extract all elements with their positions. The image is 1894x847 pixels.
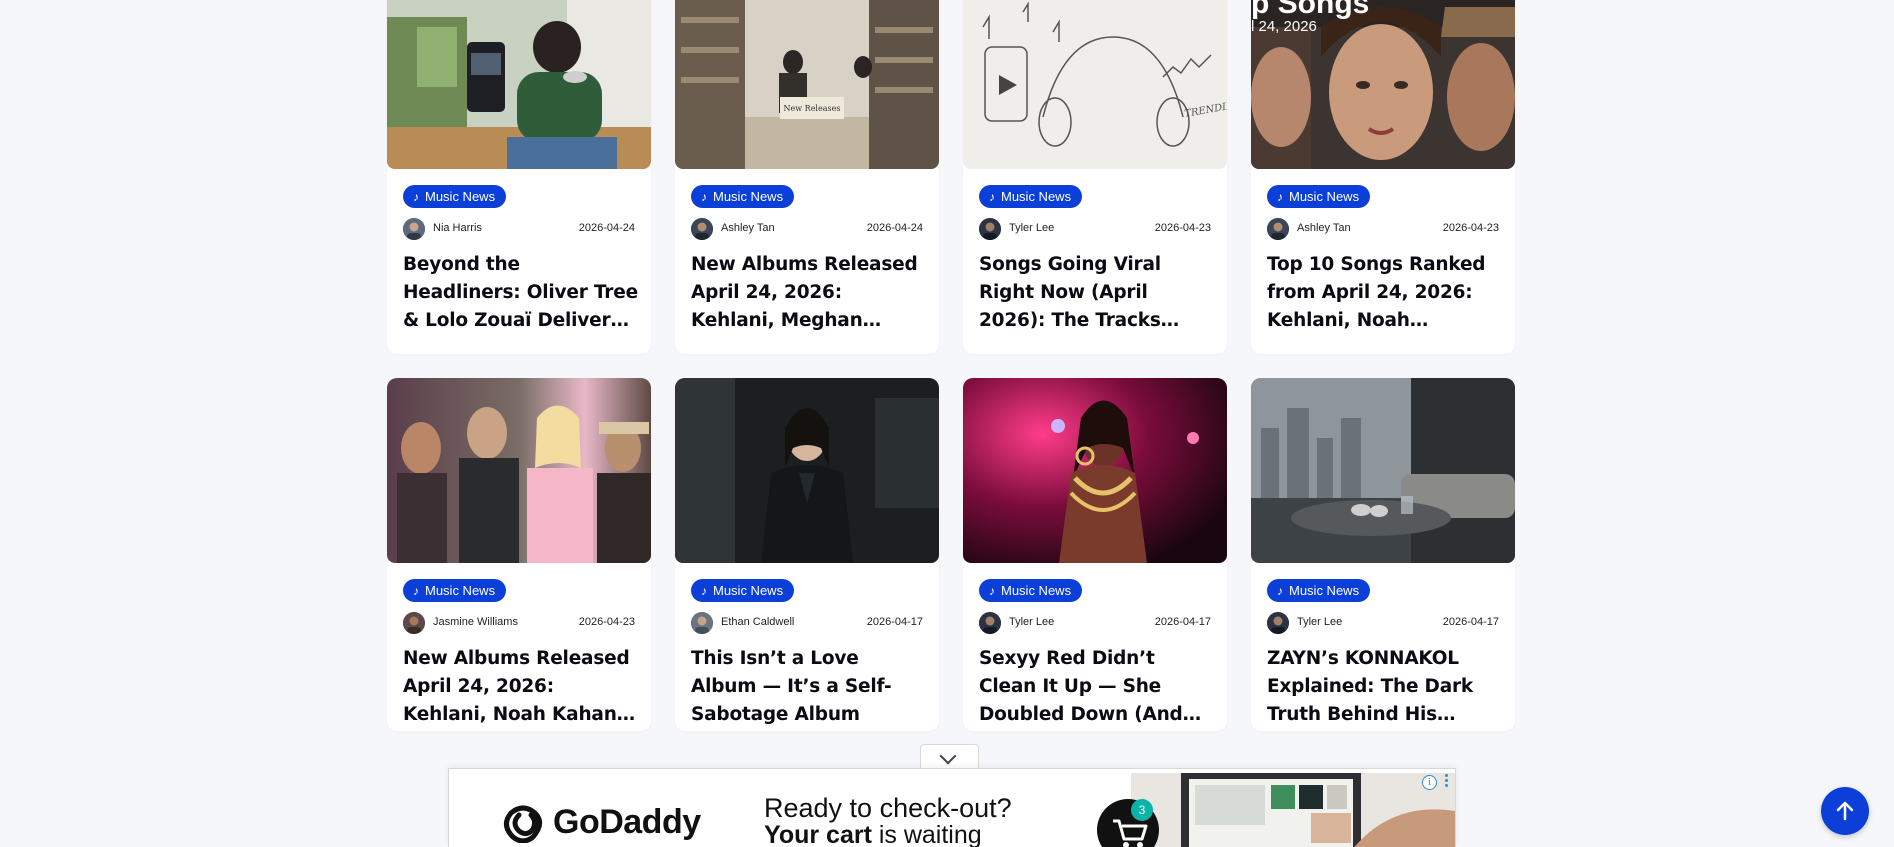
article-meta: Ashley Tan 2026-04-23 bbox=[1267, 218, 1499, 241]
article-thumbnail[interactable]: p Songs l 24, 2026 bbox=[1251, 0, 1515, 169]
category-tag[interactable]: ♪ Music News bbox=[1267, 579, 1371, 602]
article-title[interactable]: ZAYN’s KONNAKOL Explained: The Dark Trut… bbox=[1267, 645, 1503, 729]
music-note-icon: ♪ bbox=[989, 584, 995, 598]
record-store-sign: New Releases bbox=[784, 104, 841, 113]
article-card[interactable]: New Releases ♪ Music News Ashley Tan 2026… bbox=[675, 0, 939, 354]
author-name[interactable]: Ashley Tan bbox=[721, 222, 775, 234]
article-thumbnail[interactable]: New Releases bbox=[675, 0, 939, 169]
category-tag[interactable]: ♪ Music News bbox=[979, 579, 1083, 602]
article-thumbnail[interactable] bbox=[1251, 378, 1515, 563]
publish-date: 2026-04-17 bbox=[866, 616, 923, 628]
article-title[interactable]: Top 10 Songs Ranked from April 24, 2026:… bbox=[1267, 251, 1503, 335]
author-avatar bbox=[691, 612, 713, 634]
ad-laptop-photo bbox=[1131, 773, 1455, 847]
chevron-down-icon bbox=[939, 747, 957, 765]
article-meta: Ashley Tan 2026-04-24 bbox=[691, 218, 923, 241]
publish-date: 2026-04-23 bbox=[1154, 222, 1211, 234]
music-note-icon: ♪ bbox=[413, 584, 419, 598]
music-note-icon: ♪ bbox=[1277, 584, 1283, 598]
ad-subline: Your cart is waiting bbox=[764, 821, 982, 847]
article-card[interactable]: p Songs l 24, 2026 ♪ Music News Ashley Ta… bbox=[1251, 0, 1515, 354]
article-card[interactable]: TRENDING NOW ♪Music News Tyler Lee 2026-… bbox=[963, 0, 1227, 354]
article-meta: Nia Harris 2026-04-24 bbox=[403, 218, 635, 241]
music-note-icon: ♪ bbox=[701, 584, 707, 598]
author-avatar bbox=[691, 218, 713, 240]
article-meta: Tyler Lee 2026-04-23 bbox=[979, 218, 1211, 241]
author-avatar bbox=[1267, 612, 1289, 634]
publish-date: 2026-04-23 bbox=[578, 616, 635, 628]
article-title[interactable]: New Albums Released April 24, 2026: Kehl… bbox=[403, 645, 639, 729]
author-name[interactable]: Jasmine Williams bbox=[433, 616, 518, 628]
category-tag[interactable]: ♪ Music News bbox=[979, 185, 1083, 208]
author-avatar bbox=[403, 218, 425, 240]
author-name[interactable]: Ethan Caldwell bbox=[721, 616, 794, 628]
author-name[interactable]: Tyler Lee bbox=[1009, 616, 1054, 628]
article-card[interactable]: ♪ Music News Ethan Caldwell 2026-04-17 Th… bbox=[675, 378, 939, 731]
music-note-icon: ♪ bbox=[1277, 190, 1283, 204]
ad-brand: GoDaddy bbox=[553, 803, 701, 841]
author-avatar bbox=[979, 218, 1001, 240]
author-name[interactable]: Tyler Lee bbox=[1009, 222, 1054, 234]
image-overlay-date: l 24, 2026 bbox=[1251, 18, 1317, 35]
author-name[interactable]: Ashley Tan bbox=[1297, 222, 1351, 234]
music-note-icon: ♪ bbox=[989, 190, 995, 204]
article-card[interactable]: ♪ Music News Nia Harris 2026-04-24 Beyond… bbox=[387, 0, 651, 354]
article-thumbnail[interactable] bbox=[387, 0, 651, 169]
category-tag[interactable]: ♪ Music News bbox=[691, 579, 795, 602]
category-tag[interactable]: ♪ Music News bbox=[1267, 185, 1371, 208]
music-note-icon: ♪ bbox=[701, 190, 707, 204]
publish-date: 2026-04-17 bbox=[1154, 616, 1211, 628]
publish-date: 2026-04-24 bbox=[578, 222, 635, 234]
article-thumbnail[interactable] bbox=[963, 378, 1227, 563]
arrow-up-icon bbox=[1836, 801, 1854, 821]
author-avatar bbox=[979, 612, 1001, 634]
author-avatar bbox=[403, 612, 425, 634]
ad-options-icon[interactable] bbox=[1445, 774, 1449, 790]
publish-date: 2026-04-17 bbox=[1442, 616, 1499, 628]
article-meta: Tyler Lee 2026-04-17 bbox=[1267, 612, 1499, 635]
author-avatar bbox=[1267, 218, 1289, 240]
article-meta: Tyler Lee 2026-04-17 bbox=[979, 612, 1211, 635]
article-meta: Ethan Caldwell 2026-04-17 bbox=[691, 612, 923, 635]
category-tag[interactable]: ♪ Music News bbox=[691, 185, 795, 208]
article-thumbnail[interactable]: TRENDING NOW bbox=[963, 0, 1227, 169]
publish-date: 2026-04-24 bbox=[866, 222, 923, 234]
category-tag[interactable]: ♪ Music News bbox=[403, 579, 507, 602]
back-to-top-button[interactable] bbox=[1821, 787, 1869, 835]
music-note-icon: ♪ bbox=[413, 190, 419, 204]
category-tag[interactable]: ♪ Music News bbox=[403, 185, 507, 208]
publish-date: 2026-04-23 bbox=[1442, 222, 1499, 234]
article-thumbnail[interactable] bbox=[387, 378, 651, 563]
article-title[interactable]: This Isn’t a Love Album — It’s a Self-Sa… bbox=[691, 645, 927, 729]
article-title[interactable]: New Albums Released April 24, 2026: Kehl… bbox=[691, 251, 927, 335]
image-overlay-title: p Songs bbox=[1251, 0, 1369, 20]
article-title[interactable]: Songs Going Viral Right Now (April 2026)… bbox=[979, 251, 1215, 335]
article-thumbnail[interactable] bbox=[675, 378, 939, 563]
article-title[interactable]: Sexyy Red Didn’t Clean It Up — She Doubl… bbox=[979, 645, 1215, 729]
article-card[interactable]: ♪ Music News Tyler Lee 2026-04-17 ZAYN’s … bbox=[1251, 378, 1515, 731]
ad-info-icon[interactable]: i bbox=[1422, 775, 1437, 790]
cart-count-badge: 3 bbox=[1131, 799, 1153, 821]
article-card[interactable]: ♪ Music News Tyler Lee 2026-04-17 Sexyy R… bbox=[963, 378, 1227, 731]
ad-headline: Ready to check-out? bbox=[764, 793, 1012, 823]
ad-collapse-button[interactable] bbox=[920, 744, 979, 771]
article-title[interactable]: Beyond the Headliners: Oliver Tree & Lol… bbox=[403, 251, 639, 335]
ad-banner[interactable]: GoDaddy Ready to check-out? Your cart is… bbox=[448, 768, 1456, 847]
article-meta: Jasmine Williams 2026-04-23 bbox=[403, 612, 635, 635]
article-card[interactable]: ♪ Music News Jasmine Williams 2026-04-23 … bbox=[387, 378, 651, 731]
author-name[interactable]: Tyler Lee bbox=[1297, 616, 1342, 628]
author-name[interactable]: Nia Harris bbox=[433, 222, 482, 234]
